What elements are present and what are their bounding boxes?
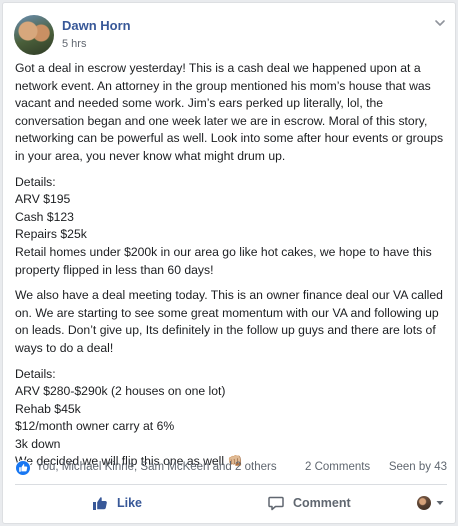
detail-cash: Cash $123 — [15, 209, 74, 224]
detail-rehab: Rehab $45k — [15, 401, 81, 416]
user-avatar — [417, 496, 431, 510]
chevron-down-icon — [436, 501, 444, 505]
post-body: Got a deal in escrow yesterday! This is … — [15, 60, 447, 471]
detail-down: 3k down — [15, 436, 61, 451]
details-heading: Details: — [15, 174, 56, 189]
like-label: Like — [117, 496, 143, 510]
post-card: Dawn Horn 5 hrs Got a deal in escrow yes… — [2, 2, 456, 524]
detail-repairs: Repairs $25k — [15, 227, 87, 242]
comments-count[interactable]: 2 Comments — [305, 461, 370, 473]
divider — [15, 484, 447, 485]
comment-button[interactable]: Comment — [267, 492, 351, 514]
author-name[interactable]: Dawn Horn — [62, 18, 131, 33]
detail-carry: $12/month owner carry at 6% — [15, 419, 175, 434]
thumbs-up-icon — [93, 497, 107, 510]
author-avatar[interactable] — [14, 15, 54, 55]
post-timestamp[interactable]: 5 hrs — [62, 38, 86, 50]
like-reaction-icon[interactable] — [15, 460, 31, 476]
comment-icon — [268, 496, 284, 511]
post-header: Dawn Horn 5 hrs — [14, 13, 445, 55]
detail-arv: ARV $280-$290k (2 houses on one lot) — [15, 384, 226, 399]
comment-label: Comment — [293, 496, 351, 510]
detail-note: Retail homes under $200k in our area go … — [15, 244, 432, 277]
seen-by[interactable]: Seen by 43 — [389, 461, 447, 473]
like-button[interactable]: Like — [91, 492, 142, 514]
detail-arv: ARV $195 — [15, 192, 71, 207]
audience-selector[interactable] — [417, 495, 445, 511]
reaction-names[interactable]: You, Michael Kinne, Sam McKeen and 2 oth… — [36, 461, 277, 473]
details-heading: Details: — [15, 366, 56, 381]
post-paragraph-second-deal: We also have a deal meeting today. This … — [15, 288, 443, 355]
reactions-bar: You, Michael Kinne, Sam McKeen and 2 oth… — [15, 460, 447, 476]
chevron-down-icon[interactable] — [432, 15, 448, 31]
post-paragraph-intro: Got a deal in escrow yesterday! This is … — [15, 61, 444, 163]
action-bar: Like Comment — [15, 487, 447, 519]
